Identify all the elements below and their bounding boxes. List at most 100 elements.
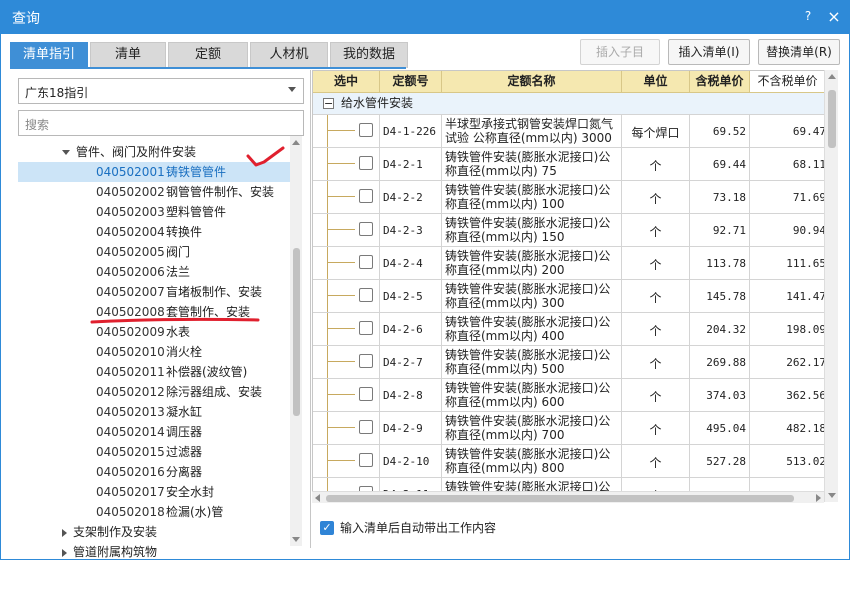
select-cell [313,412,380,444]
group-row[interactable]: − 给水管件安装 [313,93,837,115]
cell-name: 铸铁管件安装(膨胀水泥接口)公称直径(mm以内) 150 [442,214,622,246]
tree-connector [327,394,355,395]
tree-item[interactable]: 040502004转换件 [18,222,290,242]
row-checkbox[interactable] [359,354,373,368]
select-cell [313,313,380,345]
tab-list-guide[interactable]: 清单指引 [10,42,88,68]
col-header-price-notax[interactable]: 不含税单价 [750,71,826,93]
cell-unit: 个 [622,313,690,345]
tab-list[interactable]: 清单 [90,42,166,68]
tree-item[interactable]: 040502005阀门 [18,242,290,262]
tree-item[interactable]: 040502011补偿器(波纹管) [18,362,290,382]
tree-item[interactable]: 040502017安全水封 [18,482,290,502]
tab-quota[interactable]: 定额 [168,42,248,68]
expand-right-icon[interactable] [62,528,67,537]
table-row[interactable]: D4-2-7 铸铁管件安装(膨胀水泥接口)公称直径(mm以内) 500 个 269.8… [313,346,837,379]
row-checkbox[interactable] [359,156,373,170]
row-checkbox[interactable] [359,387,373,401]
table-row[interactable]: D4-2-2 铸铁管件安装(膨胀水泥接口)公称直径(mm以内) 100 个 73.18… [313,181,837,214]
cell-price-notax: 90.94 [792,224,826,237]
cell-price-notax: 71.69 [792,191,826,204]
row-checkbox[interactable] [359,453,373,467]
row-checkbox[interactable] [359,123,373,137]
tree-item[interactable]: 040502009水表 [18,322,290,342]
tree-item[interactable]: 管道附属构筑物 [18,542,290,562]
table-row[interactable]: D4-2-1 铸铁管件安装(膨胀水泥接口)公称直径(mm以内) 75 个 69.44 6… [313,148,837,181]
collapse-icon[interactable]: − [323,98,334,109]
col-header-code[interactable]: 定额号 [380,71,442,93]
row-checkbox[interactable] [359,321,373,335]
tree-item[interactable]: 040502003塑料管管件 [18,202,290,222]
table-row[interactable]: D4-2-8 铸铁管件安装(膨胀水泥接口)公称直径(mm以内) 600 个 374.0… [313,379,837,412]
expand-right-icon[interactable] [62,548,67,557]
tree-item-code: 040502012 [96,385,165,399]
row-checkbox[interactable] [359,222,373,236]
select-cell [313,280,380,312]
close-icon[interactable]: × [826,9,842,25]
cell-price-tax: 204.32 [690,313,750,345]
panel-divider[interactable] [310,70,311,548]
scroll-thumb[interactable] [293,248,300,416]
replace-list-button[interactable]: 替换清单(R) [758,39,840,65]
scroll-up-icon[interactable] [292,140,300,145]
tree-connector [327,280,328,312]
tab-materials[interactable]: 人材机 [250,42,328,68]
tree-scrollbar[interactable] [290,136,302,546]
table-row[interactable]: D4-2-9 铸铁管件安装(膨胀水泥接口)公称直径(mm以内) 700 个 495.0… [313,412,837,445]
col-header-price-tax[interactable]: 含税单价 [690,71,750,93]
tree-item[interactable]: 040502001铸铁管管件 [18,162,290,182]
insert-child-button[interactable]: 插入子目 [580,39,660,65]
tree-item[interactable]: 040502012除污器组成、安装 [18,382,290,402]
table-row[interactable]: D4-2-4 铸铁管件安装(膨胀水泥接口)公称直径(mm以内) 200 个 113.7… [313,247,837,280]
scroll-down-icon[interactable] [828,493,836,498]
row-checkbox[interactable] [359,420,373,434]
checkmark-icon[interactable]: ✓ [320,521,334,535]
tree-item[interactable]: 040502006法兰 [18,262,290,282]
tree-item[interactable]: 040502013凝水缸 [18,402,290,422]
expand-down-icon[interactable] [62,150,70,155]
tree-item-code: 040502015 [96,445,165,459]
cell-price-notax: 198.09 [786,323,826,336]
search-input[interactable]: 搜索 [18,110,304,136]
table-row[interactable]: D4-2-3 铸铁管件安装(膨胀水泥接口)公称直径(mm以内) 150 个 92.71… [313,214,837,247]
row-checkbox[interactable] [359,189,373,203]
col-header-name[interactable]: 定额名称 [442,71,622,93]
cell-price-tax: 69.44 [690,148,750,180]
tree-item[interactable]: 支架制作及安装 [18,522,290,542]
scroll-thumb[interactable] [828,90,836,148]
tree-connector [327,346,328,378]
table-row[interactable]: D4-1-226 半球型承接式钢管安装焊口氮气试验 公称直径(mm以内) 3000… [313,115,837,148]
cell-name: 铸铁管件安装(膨胀水泥接口)公称直径(mm以内) 200 [442,247,622,279]
tree-item[interactable]: 040502015过滤器 [18,442,290,462]
cell-unit: 个 [622,214,690,246]
guide-library-select[interactable]: 广东18指引 [18,78,304,104]
table-row[interactable]: D4-2-6 铸铁管件安装(膨胀水泥接口)公称直径(mm以内) 400 个 204.3… [313,313,837,346]
cell-price-notax: 141.47 [786,290,826,303]
table-row[interactable]: D4-2-5 铸铁管件安装(膨胀水泥接口)公称直径(mm以内) 300 个 145.7… [313,280,837,313]
table-row[interactable]: D4-2-10 铸铁管件安装(膨胀水泥接口)公称直径(mm以内) 800 个 527.… [313,445,837,478]
chevron-down-icon [288,87,296,92]
tree-item[interactable]: 040502010消火栓 [18,342,290,362]
col-header-unit[interactable]: 单位 [622,71,690,93]
scroll-thumb[interactable] [326,495,794,502]
tree-item[interactable]: 040502016分离器 [18,462,290,482]
tree-item[interactable]: 040502018检漏(水)管 [18,502,290,522]
scroll-right-icon[interactable] [816,494,821,502]
help-icon[interactable]: ? [800,9,816,25]
grid-horizontal-scrollbar[interactable] [312,491,824,503]
tree-item[interactable]: 040502008套管制作、安装 [18,302,290,322]
tab-my-data[interactable]: 我的数据 [330,42,408,68]
row-checkbox[interactable] [359,288,373,302]
col-header-select[interactable]: 选中 [313,71,380,93]
tree-item-label: 凝水缸 [166,405,203,419]
scroll-left-icon[interactable] [315,494,320,502]
insert-list-button[interactable]: 插入清单(I) [668,39,750,65]
tree-item[interactable]: 040502007盲堵板制作、安装 [18,282,290,302]
grid-vertical-scrollbar[interactable] [824,70,838,502]
scroll-up-icon[interactable] [828,74,836,79]
row-checkbox[interactable] [359,255,373,269]
tree-item[interactable]: 040502014调压器 [18,422,290,442]
tree-item[interactable]: 管件、阀门及附件安装 [18,142,290,162]
tree-item[interactable]: 040502002钢管管件制作、安装 [18,182,290,202]
scroll-down-icon[interactable] [292,537,300,542]
